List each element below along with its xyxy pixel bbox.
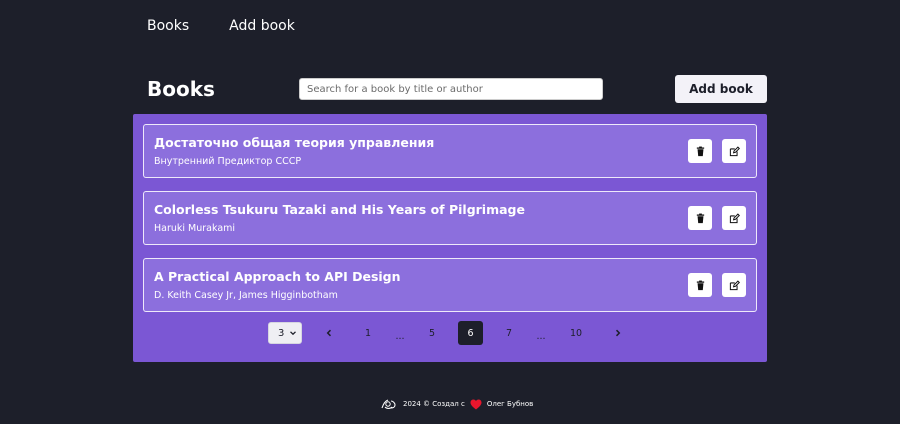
book-card: Colorless Tsukuru Tazaki and His Years o… xyxy=(143,191,757,245)
per-page-value: 3 xyxy=(278,327,285,339)
book-card: Достаточно общая теория управления Внутр… xyxy=(143,124,757,178)
book-author: Внутренний Предиктор СССР xyxy=(154,156,302,167)
page-button[interactable]: 1 xyxy=(356,322,380,344)
trash-icon xyxy=(696,213,704,223)
footer-copyright: 2024 © Создал с xyxy=(403,400,465,408)
book-author: Haruki Murakami xyxy=(154,223,236,234)
page-button[interactable]: 7 xyxy=(497,322,521,344)
trash-icon xyxy=(696,146,704,156)
page-ellipsis: ... xyxy=(536,330,546,342)
book-title: A Practical Approach to API Design xyxy=(154,269,401,284)
books-header: Books Add book xyxy=(147,75,767,103)
book-card: A Practical Approach to API Design D. Ke… xyxy=(143,258,757,312)
edit-book-button[interactable] xyxy=(722,273,746,297)
page-title: Books xyxy=(147,77,215,101)
chevron-left-icon xyxy=(326,329,332,337)
book-title: Colorless Tsukuru Tazaki and His Years o… xyxy=(154,202,525,217)
heart-icon xyxy=(470,399,482,409)
nav-add-book-link[interactable]: Add book xyxy=(229,18,295,34)
delete-book-button[interactable] xyxy=(688,273,712,297)
delete-book-button[interactable] xyxy=(688,139,712,163)
books-panel: Достаточно общая теория управления Внутр… xyxy=(133,114,767,362)
footer: 2024 © Создал с Олег Бубнов xyxy=(380,396,533,412)
nav-books-link[interactable]: Books xyxy=(147,18,189,34)
edit-icon xyxy=(729,279,740,290)
per-page-select[interactable]: 3 xyxy=(268,322,302,344)
book-author: D. Keith Casey Jr, James Higginbotham xyxy=(154,290,338,301)
next-page-button[interactable] xyxy=(606,322,630,344)
chevron-down-icon xyxy=(290,331,296,336)
search-input[interactable] xyxy=(299,78,603,100)
page-button[interactable]: 5 xyxy=(420,322,444,344)
prev-page-button[interactable] xyxy=(317,322,341,344)
book-title: Достаточно общая теория управления xyxy=(154,135,435,150)
logo-icon xyxy=(381,399,396,410)
add-book-button[interactable]: Add book xyxy=(675,75,767,103)
edit-icon xyxy=(729,145,740,156)
pagination: 3 1 ... 5 6 7 ... 10 xyxy=(268,321,630,346)
top-nav: Books Add book xyxy=(147,18,295,34)
edit-icon xyxy=(729,212,740,223)
footer-author: Олег Бубнов xyxy=(486,400,534,408)
edit-book-button[interactable] xyxy=(722,139,746,163)
trash-icon xyxy=(696,280,704,290)
page-ellipsis: ... xyxy=(395,330,405,342)
delete-book-button[interactable] xyxy=(688,206,712,230)
page-button-current[interactable]: 6 xyxy=(458,321,483,345)
edit-book-button[interactable] xyxy=(722,206,746,230)
chevron-right-icon xyxy=(615,329,621,337)
page-button[interactable]: 10 xyxy=(564,322,588,344)
